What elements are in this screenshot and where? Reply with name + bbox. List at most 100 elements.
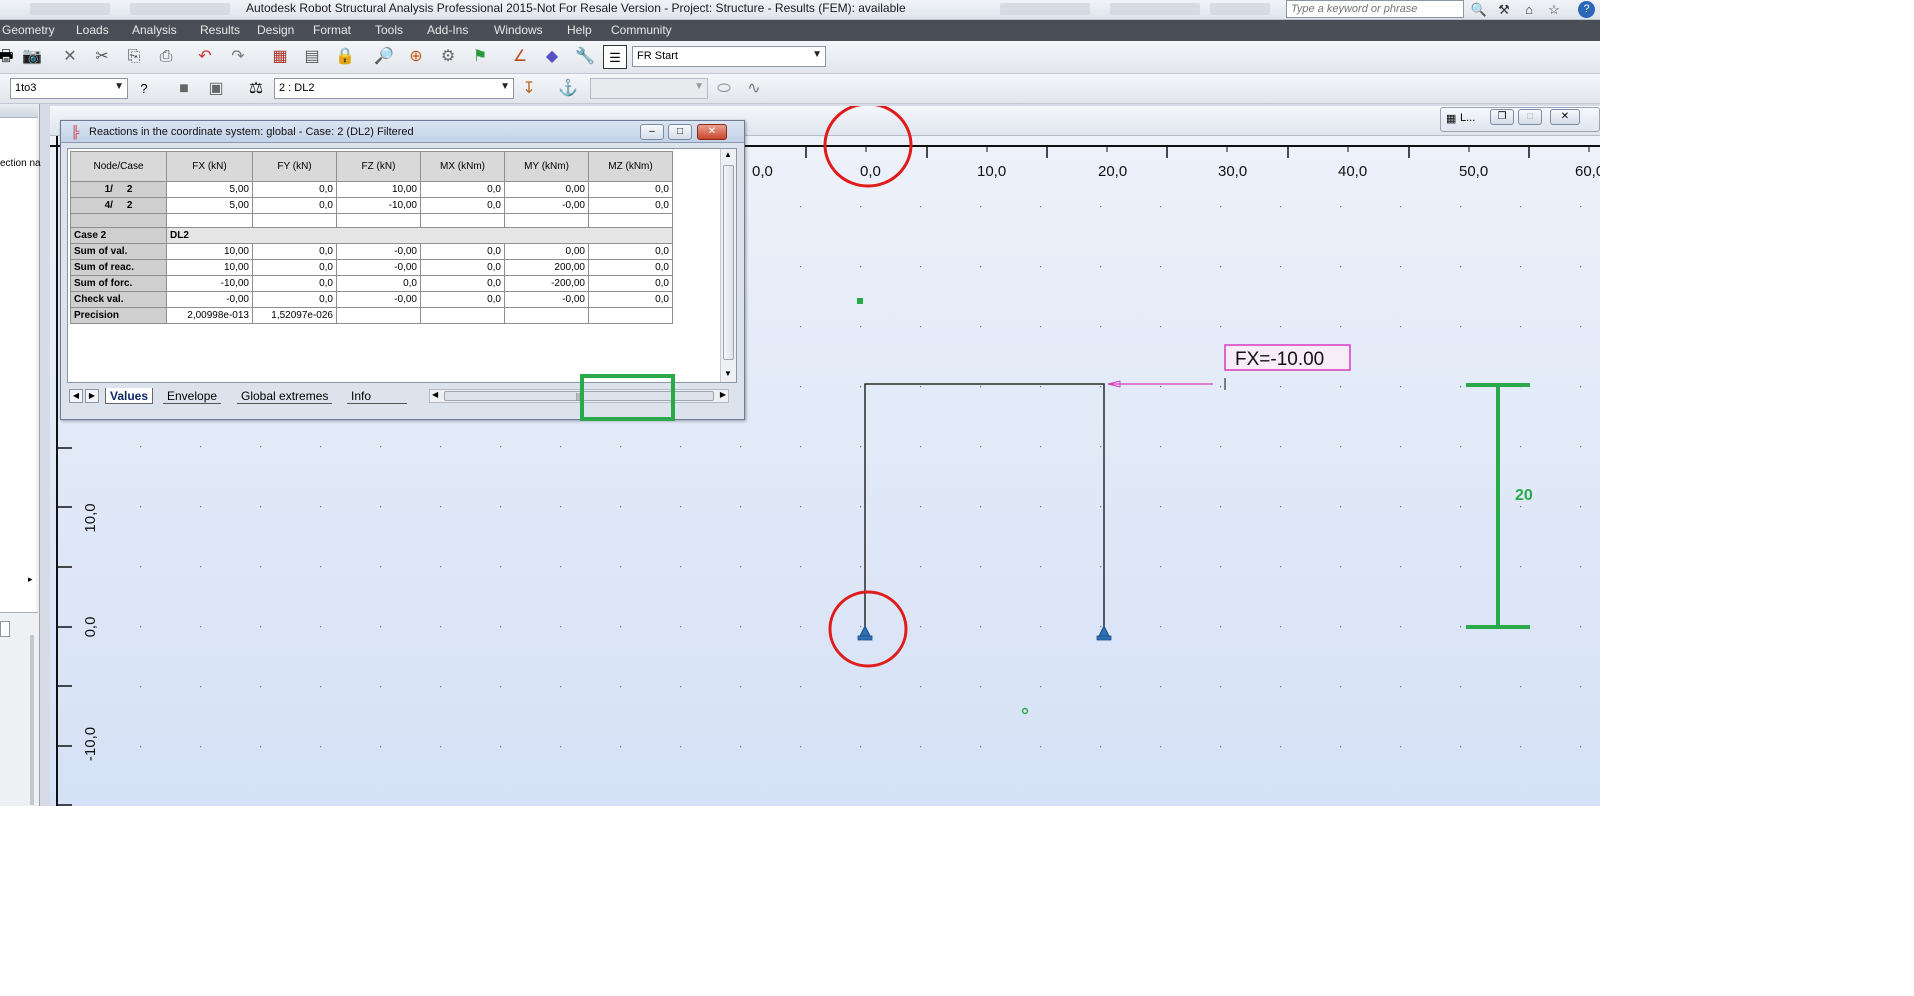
column-header[interactable]: FY (kN) xyxy=(252,151,337,182)
table-cell[interactable]: -0,00 xyxy=(336,259,421,276)
close-icon[interactable]: ✕ xyxy=(697,124,727,140)
vibration-icon[interactable]: ∿ xyxy=(742,77,766,101)
mode-icon[interactable]: ⚓ xyxy=(556,77,580,101)
table-cell[interactable]: -0,00 xyxy=(336,243,421,260)
table-cell[interactable]: 0,0 xyxy=(588,243,673,260)
column-header[interactable]: MY (kNm) xyxy=(504,151,589,182)
menu-tools[interactable]: Tools xyxy=(375,23,403,37)
table-cell[interactable]: 0,0 xyxy=(252,197,337,214)
panel-scroll-right-icon[interactable]: ▸ xyxy=(28,574,33,585)
maximize-icon[interactable]: □ xyxy=(668,124,692,140)
tab-values[interactable]: Values xyxy=(105,388,154,404)
table-cell[interactable]: 0,0 xyxy=(420,181,505,198)
table-cell[interactable] xyxy=(336,307,421,324)
table-cell[interactable]: 0,0 xyxy=(252,181,337,198)
restore-icon[interactable]: ❐ xyxy=(1490,109,1514,125)
table-row[interactable]: 4/ 2 5,00 0,0 -10,00 0,0 -0,00 0,0 xyxy=(70,197,673,214)
tab-horizontal-scrollbar[interactable]: ◀ ||| ▶ xyxy=(429,389,729,403)
table-cell[interactable]: 0,0 xyxy=(420,259,505,276)
column-header[interactable]: MZ (kNm) xyxy=(588,151,673,182)
screen-capture-icon[interactable]: 📷 xyxy=(20,45,44,69)
summary-row[interactable]: Sum of forc. -10,00 0,0 0,0 0,0 -200,00 … xyxy=(70,275,673,292)
globe-view-icon[interactable]: ⊕ xyxy=(404,45,428,69)
table-cell[interactable]: 10,00 xyxy=(166,243,253,260)
menu-addins[interactable]: Add-Ins xyxy=(427,23,468,37)
panel-scrollbar[interactable] xyxy=(30,635,34,805)
summary-row[interactable]: Sum of reac. 10,00 0,0 -0,00 0,0 200,00 … xyxy=(70,259,673,276)
table-cell[interactable]: 0,0 xyxy=(252,291,337,308)
tab-global-extremes[interactable]: Global extremes xyxy=(237,388,333,404)
mode-shape-icon[interactable]: ⬭ xyxy=(712,77,736,101)
table-cell[interactable]: 0,00 xyxy=(504,181,589,198)
load-display-icon[interactable]: ↧ xyxy=(517,77,541,101)
scroll-up-icon[interactable]: ▲ xyxy=(724,150,732,159)
tab-info[interactable]: Info xyxy=(347,388,407,404)
menu-results[interactable]: Results xyxy=(200,23,240,37)
layout-select[interactable]: FR Start ▼ xyxy=(632,46,826,67)
menu-geometry[interactable]: Geometry xyxy=(2,23,55,37)
summary-row[interactable]: Sum of val. 10,00 0,0 -0,00 0,0 0,00 0,0 xyxy=(70,243,673,260)
table-cell[interactable]: 0,0 xyxy=(252,243,337,260)
table-cell[interactable]: 0,0 xyxy=(588,181,673,198)
user-icon[interactable]: ⌂ xyxy=(1520,1,1538,18)
table-cell[interactable]: 200,00 xyxy=(504,259,589,276)
favorites-star-icon[interactable]: ☆ xyxy=(1545,1,1563,18)
table-cell[interactable]: -0,00 xyxy=(166,291,253,308)
menu-loads[interactable]: Loads xyxy=(76,23,109,37)
table-cell[interactable]: 0,0 xyxy=(420,197,505,214)
table-cell[interactable]: 2,00998e-013 xyxy=(166,307,253,324)
mode-select[interactable]: ▼ xyxy=(590,78,708,99)
scroll-right-icon[interactable]: ▶ xyxy=(720,390,726,399)
table-cell[interactable]: 5,00 xyxy=(166,197,253,214)
menu-community[interactable]: Community xyxy=(611,23,672,37)
table-cell[interactable]: 0,0 xyxy=(336,275,421,292)
menu-format[interactable]: Format xyxy=(313,23,351,37)
tab-scroll-left-icon[interactable]: ◀ xyxy=(69,389,83,403)
load-case-select[interactable]: 2 : DL2 ▼ xyxy=(274,78,514,99)
table-cell[interactable] xyxy=(588,307,673,324)
scroll-left-icon[interactable]: ◀ xyxy=(432,390,438,399)
maximize-icon[interactable]: □ xyxy=(1518,109,1542,125)
table-cell[interactable]: 0,0 xyxy=(420,275,505,292)
cut-icon[interactable]: ✂ xyxy=(90,45,114,69)
table-cell[interactable]: -10,00 xyxy=(336,197,421,214)
structure-model-icon[interactable]: ⚑ xyxy=(468,45,492,69)
table-cell[interactable]: -10,00 xyxy=(166,275,253,292)
menu-design[interactable]: Design xyxy=(257,23,294,37)
scroll-down-icon[interactable]: ▼ xyxy=(724,369,732,378)
scrollbar-thumb[interactable] xyxy=(723,165,734,360)
lock-icon[interactable]: 🔒 xyxy=(333,45,357,69)
table-cell[interactable] xyxy=(504,307,589,324)
menu-help[interactable]: Help xyxy=(567,23,592,37)
table-cell[interactable]: -0,00 xyxy=(504,197,589,214)
selection-select[interactable]: 1to3 ▼ xyxy=(10,78,128,99)
table-cell[interactable]: 0,0 xyxy=(588,275,673,292)
minimized-view-window[interactable]: ▦ L... ❐ □ ✕ xyxy=(1440,106,1600,132)
search-input[interactable] xyxy=(1286,0,1464,18)
select-window-icon[interactable]: ■ xyxy=(172,77,196,101)
table-row[interactable]: 1/ 2 5,00 0,0 10,00 0,0 0,00 0,0 xyxy=(70,181,673,198)
table-cell[interactable]: 10,00 xyxy=(336,181,421,198)
table-cell[interactable]: 0,0 xyxy=(588,291,673,308)
redo-icon[interactable]: ↷ xyxy=(226,45,250,69)
table-cell[interactable]: 0,0 xyxy=(252,259,337,276)
binoculars-icon[interactable]: 🔍 xyxy=(1470,1,1488,18)
table-cell[interactable]: 1,52097e-026 xyxy=(252,307,337,324)
summary-row[interactable]: Precision 2,00998e-013 1,52097e-026 xyxy=(70,307,673,324)
table-cell[interactable] xyxy=(420,307,505,324)
wrench-icon[interactable]: 🔧 xyxy=(573,45,597,69)
calculator-icon[interactable]: ▦ xyxy=(268,45,292,69)
table-cell[interactable]: -200,00 xyxy=(504,275,589,292)
table-cell[interactable]: 5,00 xyxy=(166,181,253,198)
column-header[interactable]: FX (kN) xyxy=(166,151,253,182)
print-icon[interactable]: 🖶 xyxy=(0,45,18,69)
close-icon[interactable]: ✕ xyxy=(1550,109,1580,125)
column-header[interactable]: FZ (kN) xyxy=(336,151,421,182)
section-icon[interactable]: ◆ xyxy=(540,45,564,69)
table-icon[interactable]: ▤ xyxy=(300,45,324,69)
zoom-icon[interactable]: 🔎 xyxy=(372,45,396,69)
paste-icon[interactable]: ⎙ xyxy=(154,45,178,69)
table-cell[interactable]: -0,00 xyxy=(336,291,421,308)
load-case-icon[interactable]: ⚖ xyxy=(244,77,268,101)
summary-row[interactable]: Check val. -0,00 0,0 -0,00 0,0 -0,00 0,0 xyxy=(70,291,673,308)
